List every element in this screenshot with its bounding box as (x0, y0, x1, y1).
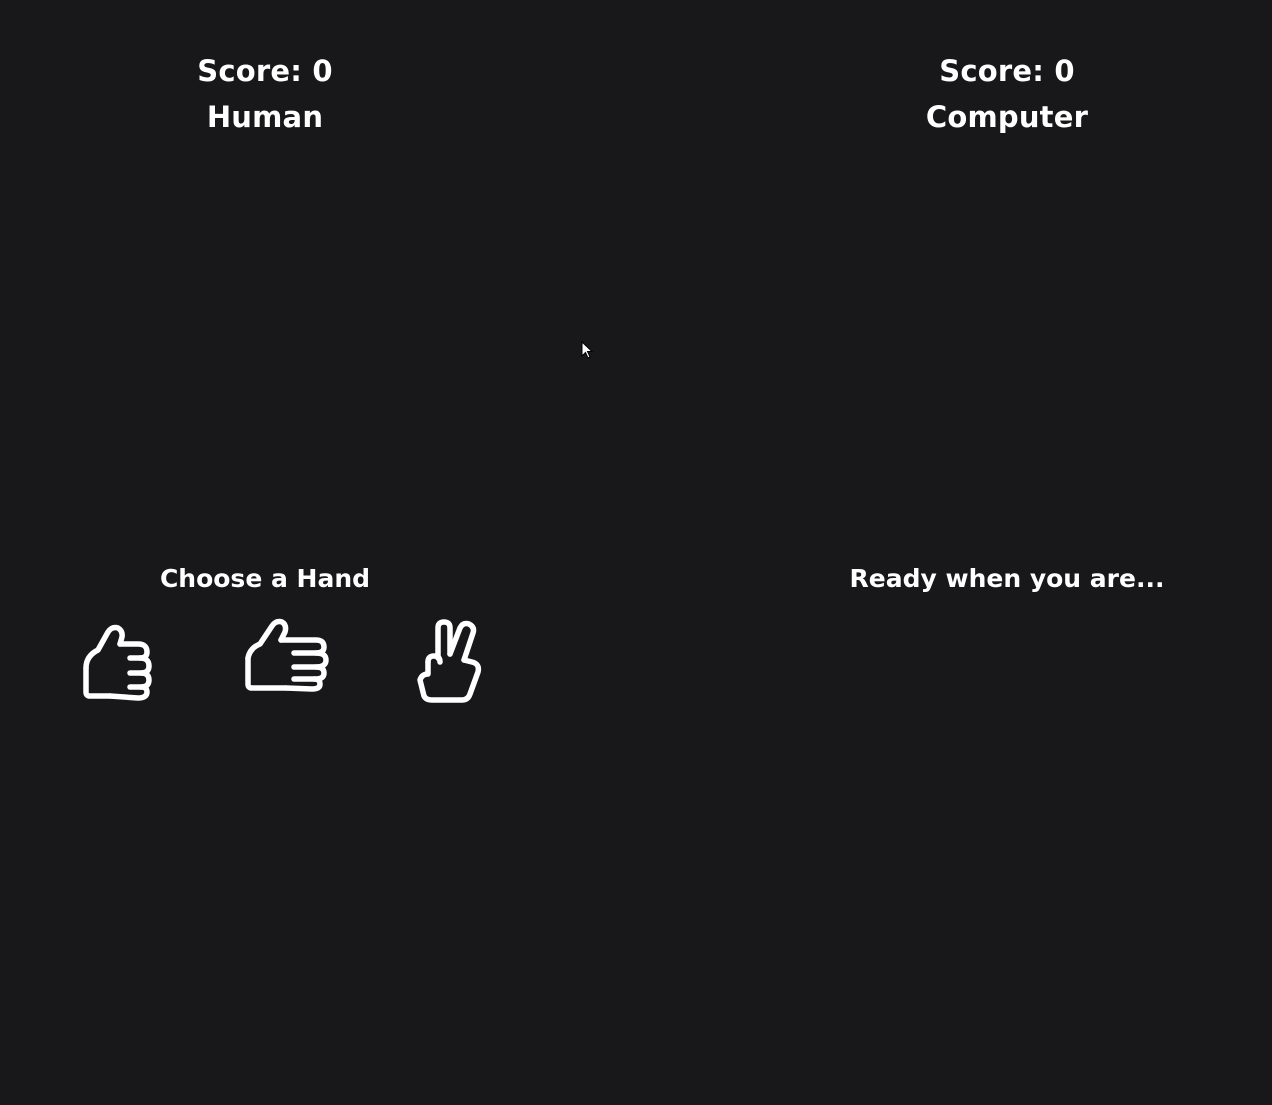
mouse-pointer-icon (581, 341, 594, 359)
hand-choices (0, 612, 600, 712)
human-name: Human (206, 100, 324, 134)
fist-icon (83, 624, 152, 701)
computer-player-header: Score: 0 Computer (807, 48, 1207, 140)
computer-status: Ready when you are... (849, 564, 1165, 593)
computer-score: Score: 0 (939, 54, 1075, 88)
rock-button[interactable] (72, 612, 164, 704)
choose-hand-prompt: Choose a Hand (159, 564, 371, 593)
open-hand-icon (245, 618, 329, 692)
rock-paper-scissors-game: Score: 0 Human Score: 0 Computer Choose … (0, 0, 1272, 1105)
scissors-button[interactable] (406, 612, 498, 704)
peace-hand-icon (417, 619, 482, 703)
human-score: Score: 0 (197, 54, 333, 88)
computer-name: Computer (925, 100, 1089, 134)
human-player-header: Score: 0 Human (65, 48, 465, 140)
paper-button[interactable] (238, 612, 330, 704)
